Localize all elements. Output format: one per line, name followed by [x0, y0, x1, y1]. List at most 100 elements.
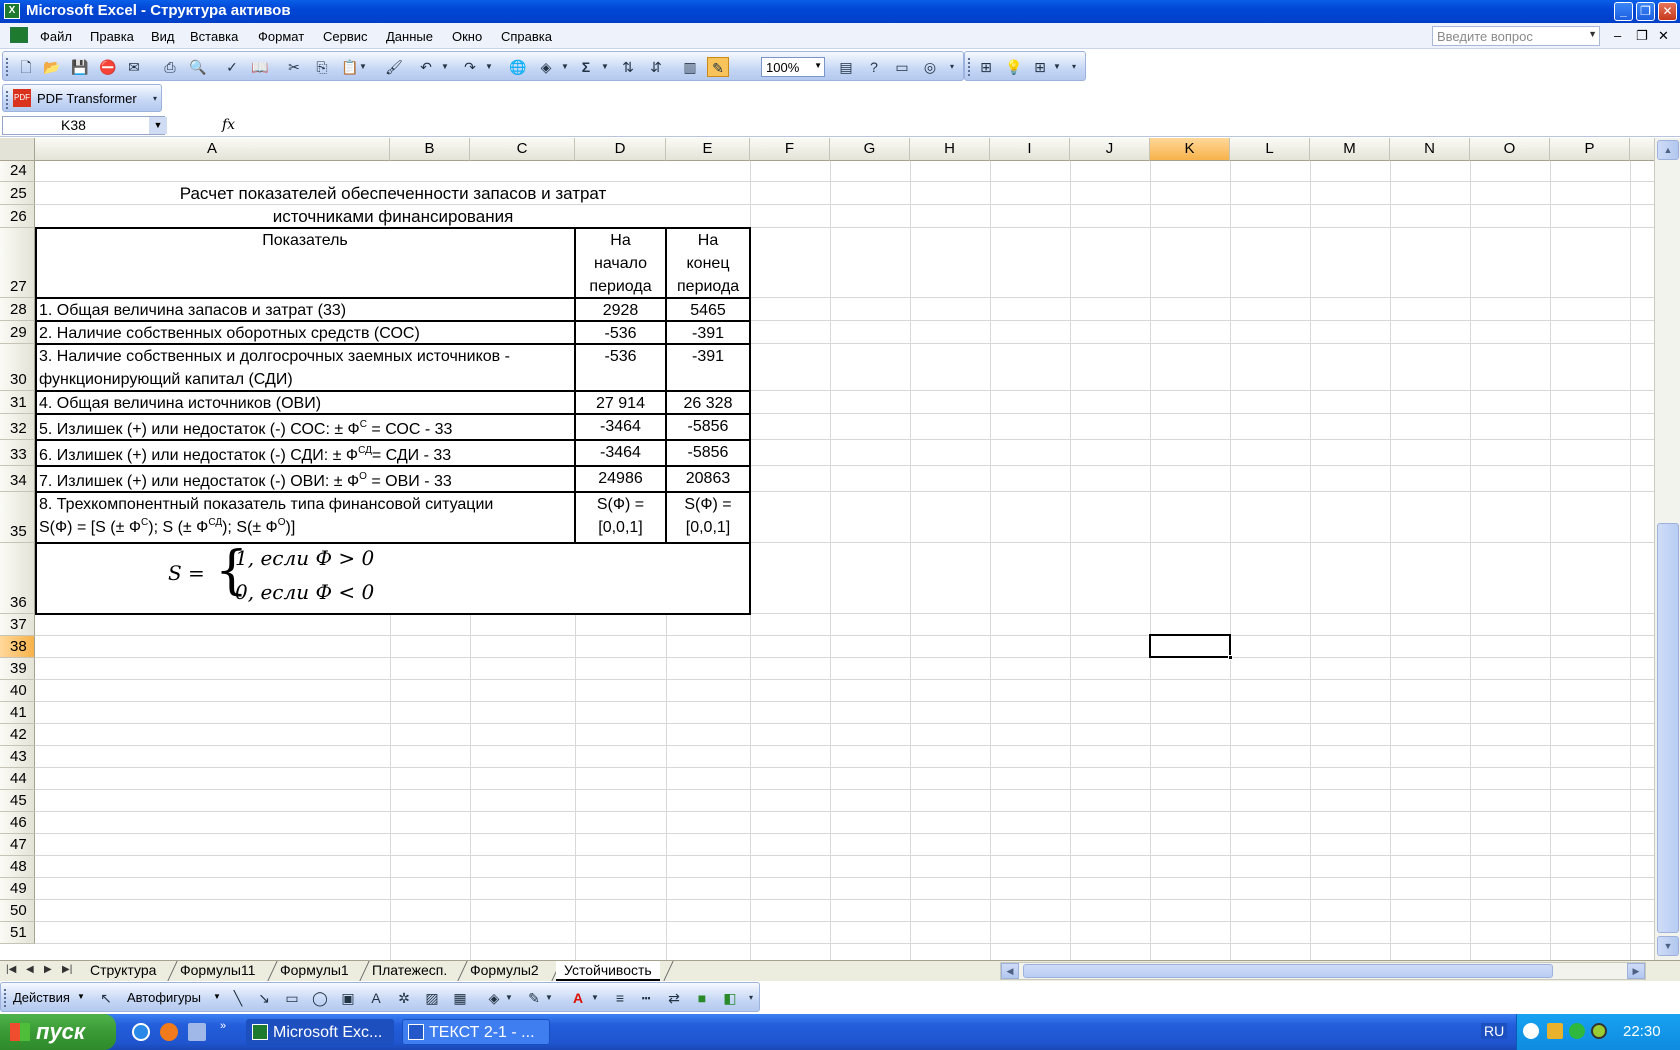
column-header[interactable]: M: [1310, 138, 1390, 161]
start-value-cell[interactable]: 24986: [576, 467, 665, 491]
permission-icon[interactable]: ⛔: [97, 57, 119, 77]
picture-icon[interactable]: ▦: [449, 988, 471, 1008]
ie-icon[interactable]: [132, 1023, 150, 1041]
formula-input[interactable]: [242, 116, 1678, 135]
row-header[interactable]: 41: [0, 702, 35, 724]
menu-data[interactable]: Данные: [386, 29, 433, 44]
menu-file[interactable]: Файл: [40, 29, 72, 44]
row-header[interactable]: 48: [0, 856, 35, 878]
doc-restore-button[interactable]: ❐: [1636, 28, 1648, 44]
chevron-down-icon[interactable]: ▼: [77, 992, 85, 1001]
row-header[interactable]: 25: [0, 182, 35, 205]
start-value-cell[interactable]: -3464: [576, 415, 665, 439]
open-icon[interactable]: 📂: [41, 57, 63, 77]
toolbar-options-icon[interactable]: ▾: [1067, 57, 1081, 77]
grid-icon[interactable]: ⊞: [1029, 57, 1051, 77]
vertical-scroll-thumb[interactable]: [1657, 523, 1679, 933]
sort-ascending-icon[interactable]: ⇅: [617, 57, 639, 77]
column-header[interactable]: C: [470, 138, 575, 161]
column-header[interactable]: E: [666, 138, 750, 161]
sheet-tab-formulas2[interactable]: Формулы2: [462, 961, 547, 981]
row-header[interactable]: 34: [0, 466, 35, 492]
insert-function-icon[interactable]: fx: [222, 117, 235, 133]
toolbar-grip[interactable]: [968, 58, 971, 76]
read-mode-icon[interactable]: ▭: [891, 57, 913, 77]
sheet-tab-stability[interactable]: Устойчивость: [556, 961, 660, 981]
menu-tools[interactable]: Сервис: [323, 29, 368, 44]
row-header[interactable]: 37: [0, 614, 35, 636]
shadow-icon[interactable]: ■: [691, 988, 713, 1008]
chevron-down-icon[interactable]: ▼: [213, 992, 221, 1001]
cut-icon[interactable]: ✂: [283, 57, 305, 77]
firefox-icon[interactable]: [160, 1023, 178, 1041]
email-icon[interactable]: ✉: [123, 57, 145, 77]
row-header[interactable]: 27: [0, 228, 35, 298]
security-icon[interactable]: [1569, 1023, 1585, 1039]
redo-icon[interactable]: ↷: [459, 57, 481, 77]
sheet-tab-formulas11[interactable]: Формулы11: [172, 961, 263, 981]
row-header[interactable]: 24: [0, 161, 35, 182]
textbox-icon[interactable]: ▣: [337, 988, 359, 1008]
spelling-icon[interactable]: ✓: [221, 57, 243, 77]
row-header[interactable]: 46: [0, 812, 35, 834]
taskbar-item-word[interactable]: ТЕКСТ 2-1 - ...: [402, 1019, 550, 1045]
end-value-cell[interactable]: 5465: [667, 299, 749, 320]
row-header[interactable]: 45: [0, 790, 35, 812]
start-value-cell[interactable]: 2928: [576, 299, 665, 320]
toolbar-grip[interactable]: [6, 91, 9, 109]
chevron-down-icon[interactable]: ▼: [503, 988, 515, 1008]
chevron-down-icon[interactable]: ▼: [483, 57, 495, 77]
column-header[interactable]: A: [35, 138, 390, 161]
oval-icon[interactable]: ◯: [309, 988, 331, 1008]
select-all-corner[interactable]: [0, 138, 35, 161]
start-value-cell[interactable]: -536: [576, 322, 665, 343]
row-header[interactable]: 35: [0, 492, 35, 543]
undo-icon[interactable]: ↶: [415, 57, 437, 77]
column-header[interactable]: D: [575, 138, 666, 161]
research-icon[interactable]: 📖: [249, 57, 271, 77]
start-value-cell[interactable]: -536: [576, 345, 665, 390]
chart-wizard-icon[interactable]: ▥: [679, 57, 701, 77]
menu-insert[interactable]: Вставка: [190, 29, 238, 44]
sheet-tab-structure[interactable]: Структура: [82, 961, 164, 981]
row-header[interactable]: 49: [0, 878, 35, 900]
copy-icon[interactable]: ⎘: [311, 57, 333, 77]
chevron-down-icon[interactable]: ▼: [559, 57, 571, 77]
row-header[interactable]: 30: [0, 344, 35, 391]
end-value-cell[interactable]: -391: [667, 322, 749, 343]
row-header[interactable]: 44: [0, 768, 35, 790]
help-icon[interactable]: ?: [863, 57, 885, 77]
menu-view[interactable]: Вид: [151, 29, 175, 44]
show-desktop-icon[interactable]: [188, 1023, 206, 1041]
options-icon[interactable]: ◎: [919, 57, 941, 77]
scroll-right-icon[interactable]: ▶: [1627, 963, 1645, 979]
chevron-down-icon[interactable]: ▼: [543, 988, 555, 1008]
merge-icon[interactable]: ▤: [835, 57, 857, 77]
print-icon[interactable]: ⎙: [159, 57, 181, 77]
clipart-icon[interactable]: ▨: [421, 988, 443, 1008]
column-header[interactable]: O: [1470, 138, 1550, 161]
row-header[interactable]: 38: [0, 636, 35, 658]
column-header[interactable]: G: [830, 138, 910, 161]
start-value-cell[interactable]: S(Ф) = [0,0,1]: [576, 493, 665, 542]
pdf-transformer-label[interactable]: PDF Transformer: [37, 91, 137, 106]
sheet-tab-formulas1[interactable]: Формулы1: [272, 961, 357, 981]
minimize-button[interactable]: _: [1614, 2, 1633, 21]
end-value-cell[interactable]: 26 328: [667, 392, 749, 413]
next-sheet-icon[interactable]: ▶: [44, 964, 52, 975]
chevron-down-icon[interactable]: ▼: [1588, 29, 1597, 39]
column-header[interactable]: P: [1550, 138, 1630, 161]
worksheet-grid[interactable]: A B C D E F G H I J K L M N O P 24 25 26 27 28 29 30 31 32 33 34 35…: [0, 138, 1654, 960]
toolbar-grip[interactable]: [6, 58, 9, 76]
rectangle-icon[interactable]: ▭: [281, 988, 303, 1008]
chevron-down-icon[interactable]: ▼: [149, 117, 167, 134]
ask-question-input[interactable]: Введите вопрос ▼: [1432, 26, 1600, 46]
dash-style-icon[interactable]: ┅: [635, 988, 657, 1008]
row-header[interactable]: 40: [0, 680, 35, 702]
vertical-scrollbar[interactable]: ▲ ▼: [1654, 138, 1680, 960]
arrow-icon[interactable]: ↘: [253, 988, 275, 1008]
column-header[interactable]: I: [990, 138, 1070, 161]
selected-cell-k38[interactable]: [1149, 634, 1233, 660]
column-header[interactable]: K: [1150, 138, 1230, 161]
name-box[interactable]: K38 ▼: [2, 116, 167, 135]
